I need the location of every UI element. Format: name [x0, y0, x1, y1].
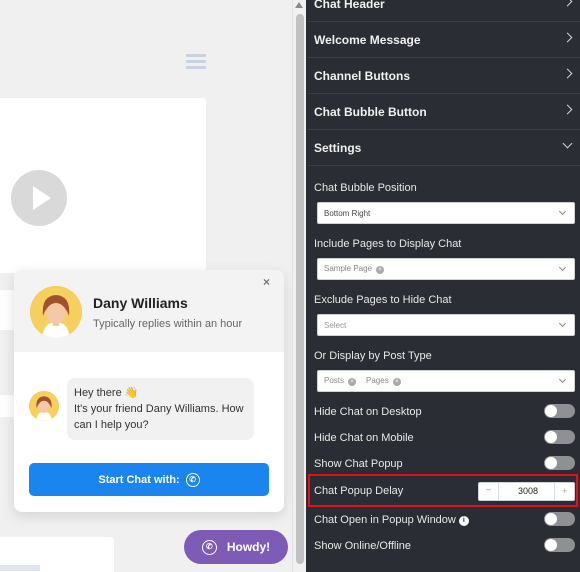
- remove-tag-icon[interactable]: ×: [348, 378, 357, 386]
- open-in-popup-toggle[interactable]: [544, 512, 575, 526]
- agent-avatar: [30, 286, 82, 338]
- chevron-right-icon: [562, 104, 573, 115]
- hide-desktop-toggle[interactable]: [544, 404, 575, 418]
- popup-delay-stepper[interactable]: − 3008 +: [478, 482, 575, 501]
- info-icon[interactable]: i: [458, 516, 469, 526]
- section-chat-bubble-button[interactable]: Chat Bubble Button: [308, 94, 580, 130]
- post-type-select[interactable]: Posts × Pages ×: [317, 370, 575, 392]
- selected-tag[interactable]: Posts ×: [324, 376, 357, 386]
- remove-tag-icon[interactable]: ×: [376, 266, 385, 274]
- section-label: Channel Buttons: [314, 68, 410, 83]
- chat-widget-header: Dany Williams Typically replies within a…: [14, 270, 284, 352]
- scrollbar-thumb[interactable]: [296, 14, 304, 564]
- welcome-message-bubble: Hey there 👋 It's your friend Dany Willia…: [67, 378, 254, 440]
- decrement-button[interactable]: −: [479, 483, 499, 500]
- select-placeholder: Select: [324, 320, 347, 330]
- preview-strip: [0, 290, 14, 330]
- increment-button[interactable]: +: [554, 483, 574, 500]
- section-channel-buttons[interactable]: Channel Buttons: [308, 58, 580, 94]
- popup-delay-input[interactable]: 3008: [503, 486, 553, 496]
- chevron-down-icon: [558, 263, 567, 272]
- agent-name: Dany Williams: [93, 295, 188, 311]
- settings-panel: Chat Header Welcome Message Channel Butt…: [308, 0, 580, 572]
- start-chat-button[interactable]: Start Chat with: ✆: [29, 463, 269, 496]
- agent-status: Typically replies within an hour: [93, 318, 243, 330]
- section-label: Welcome Message: [314, 32, 421, 47]
- site-preview: Dany Williams Typically replies within a…: [0, 0, 292, 572]
- section-label: Settings: [314, 140, 362, 155]
- start-chat-label: Start Chat with:: [98, 473, 180, 486]
- include-pages-select[interactable]: Sample Page ×: [317, 258, 575, 280]
- agent-avatar-small: [29, 391, 59, 421]
- hide-mobile-label: Hide Chat on Mobile: [314, 432, 414, 444]
- chat-bubble-button[interactable]: ✆ Howdy!: [184, 530, 288, 564]
- bubble-position-select[interactable]: Bottom Right: [317, 202, 575, 224]
- message-line: can I help you?: [74, 419, 149, 431]
- exclude-pages-label: Exclude Pages to Hide Chat: [314, 294, 452, 306]
- section-label: Chat Header: [314, 0, 385, 11]
- viber-icon: ✆: [201, 539, 217, 555]
- preview-scrollbar[interactable]: [292, 0, 306, 572]
- chevron-down-icon: [558, 319, 567, 328]
- popup-delay-label: Chat Popup Delay: [314, 485, 404, 497]
- section-label: Chat Bubble Button: [314, 104, 427, 119]
- section-chat-header[interactable]: Chat Header: [308, 0, 580, 22]
- chevron-right-icon: [562, 68, 573, 79]
- menu-icon[interactable]: [186, 54, 206, 70]
- viber-icon: ✆: [185, 472, 200, 487]
- preview-content-card: [0, 537, 114, 572]
- message-line: Hey there 👋: [74, 387, 139, 399]
- show-popup-label: Show Chat Popup: [314, 458, 403, 470]
- hide-desktop-label: Hide Chat on Desktop: [314, 406, 422, 418]
- open-in-popup-label: Chat Open in Popup Window i: [314, 514, 469, 526]
- include-pages-label: Include Pages to Display Chat: [314, 238, 462, 250]
- chat-widget: Dany Williams Typically replies within a…: [14, 270, 284, 512]
- show-online-toggle[interactable]: [544, 538, 575, 552]
- post-type-label: Or Display by Post Type: [314, 350, 432, 362]
- chevron-right-icon: [562, 32, 573, 43]
- scroll-up-icon[interactable]: [295, 2, 303, 8]
- show-popup-toggle[interactable]: [544, 456, 575, 470]
- chevron-down-icon: [558, 207, 567, 216]
- preview-strip: [0, 395, 14, 417]
- play-icon[interactable]: [11, 170, 67, 226]
- selected-tag[interactable]: Sample Page ×: [324, 264, 385, 274]
- select-value: Bottom Right: [324, 208, 371, 218]
- hide-mobile-toggle[interactable]: [544, 430, 575, 444]
- chevron-down-icon: [558, 375, 567, 384]
- remove-tag-icon[interactable]: ×: [392, 378, 401, 386]
- section-settings[interactable]: Settings: [308, 130, 580, 166]
- exclude-pages-select[interactable]: Select: [317, 314, 575, 336]
- message-line: It's your friend Dany Williams. How: [74, 403, 244, 415]
- section-welcome-message[interactable]: Welcome Message: [308, 22, 580, 58]
- close-icon[interactable]: ×: [263, 275, 270, 289]
- show-online-label: Show Online/Offline: [314, 540, 412, 552]
- selected-tag[interactable]: Pages ×: [366, 376, 401, 386]
- chevron-down-icon: [562, 138, 573, 149]
- chat-bubble-label: Howdy!: [226, 540, 271, 554]
- bubble-position-label: Chat Bubble Position: [314, 182, 417, 194]
- chevron-right-icon: [562, 0, 573, 7]
